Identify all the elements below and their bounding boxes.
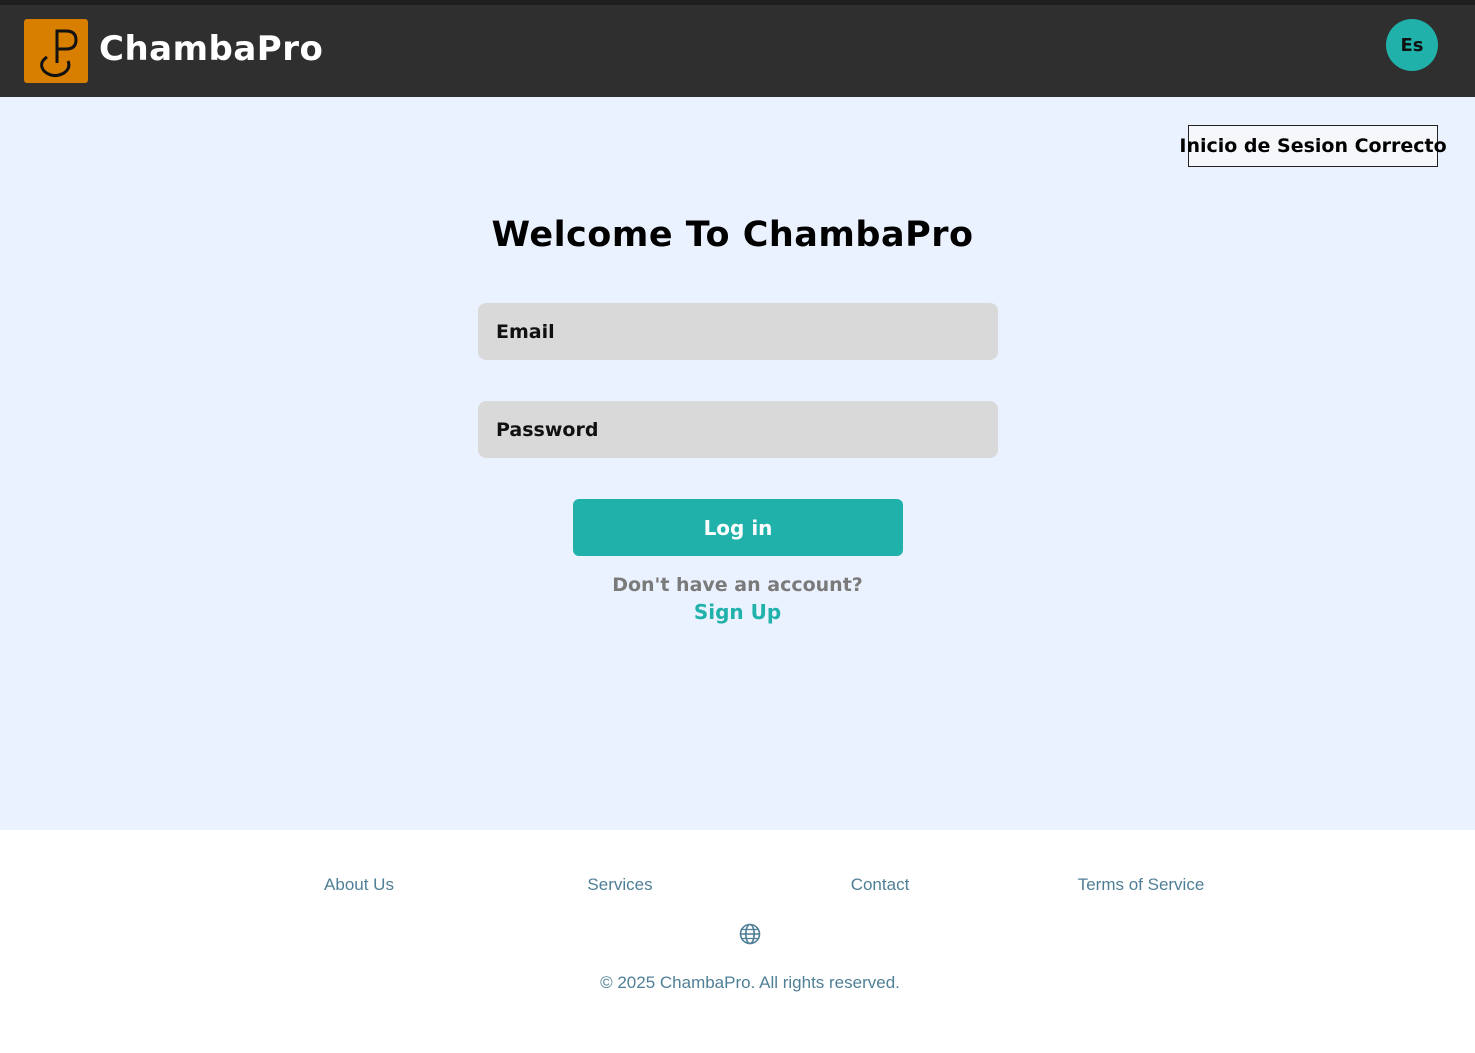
main-content: Inicio de Sesion Correcto Welcome To Cha…	[0, 97, 1475, 830]
navbar: P ChambaPro Es	[0, 5, 1475, 97]
language-button[interactable]: Es	[1386, 19, 1438, 71]
footer-link-services[interactable]: Services	[587, 875, 652, 895]
signup-link[interactable]: Sign Up	[694, 600, 781, 624]
footer-link-terms-of-service[interactable]: Terms of Service	[1078, 875, 1205, 895]
brand-name[interactable]: ChambaPro	[99, 27, 323, 71]
page-title: Welcome To ChambaPro	[491, 215, 974, 255]
password-field[interactable]	[478, 401, 998, 458]
signup-container: Sign Up	[0, 600, 1475, 624]
footer: About Us Services Contact Terms of Servi…	[0, 830, 1475, 1053]
email-field[interactable]	[478, 303, 998, 360]
footer-link-about-us[interactable]: About Us	[324, 875, 394, 895]
logo[interactable]: P	[24, 19, 88, 83]
login-success-notification: Inicio de Sesion Correcto	[1179, 125, 1447, 167]
login-button[interactable]: Log in	[573, 499, 903, 556]
footer-link-contact[interactable]: Contact	[851, 875, 910, 895]
globe-icon[interactable]	[738, 922, 762, 946]
copyright-text: © 2025 ChambaPro. All rights reserved.	[600, 973, 900, 992]
no-account-text: Don't have an account?	[612, 574, 863, 596]
logo-icon: P	[40, 29, 78, 78]
